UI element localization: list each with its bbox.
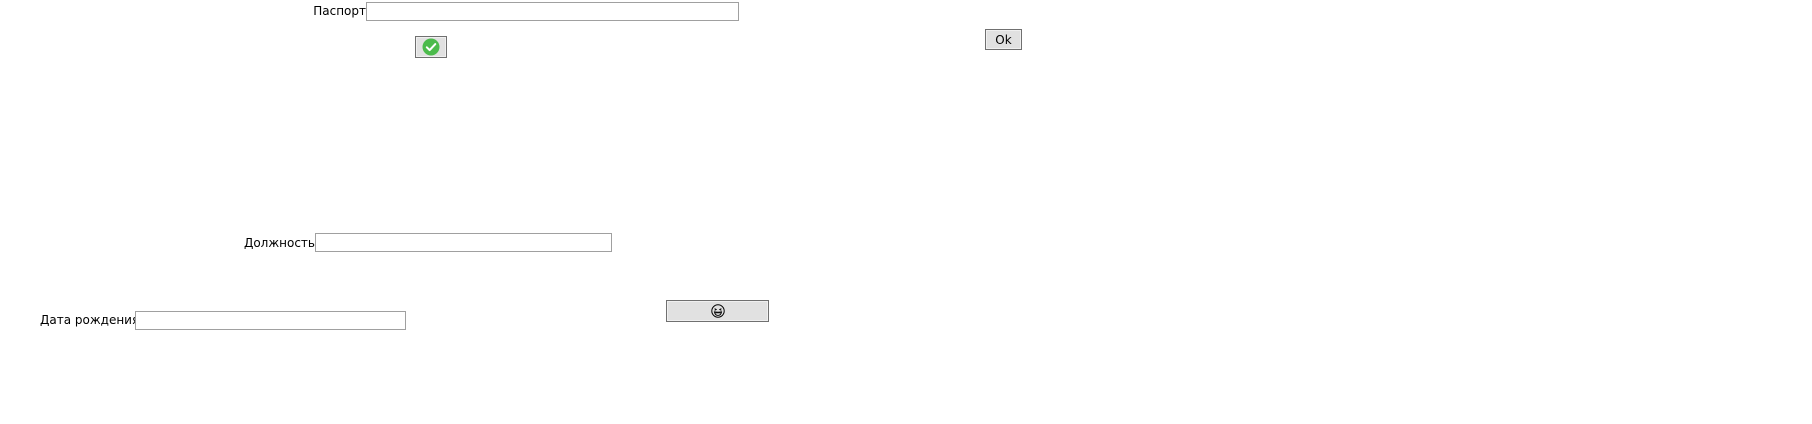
- position-input[interactable]: [315, 233, 612, 252]
- emoji-button[interactable]: [666, 300, 769, 322]
- ok-button[interactable]: Ok: [985, 29, 1022, 50]
- check-circle-icon: [422, 38, 440, 56]
- passport-input[interactable]: [366, 2, 739, 21]
- passport-label: Паспорт: [313, 4, 366, 18]
- birth-date-label: Дата рождения: [40, 313, 140, 327]
- grinning-squint-face-icon: [710, 304, 725, 318]
- birth-date-input[interactable]: [135, 311, 406, 330]
- confirm-check-button[interactable]: [415, 36, 447, 58]
- position-label: Должность: [243, 236, 315, 250]
